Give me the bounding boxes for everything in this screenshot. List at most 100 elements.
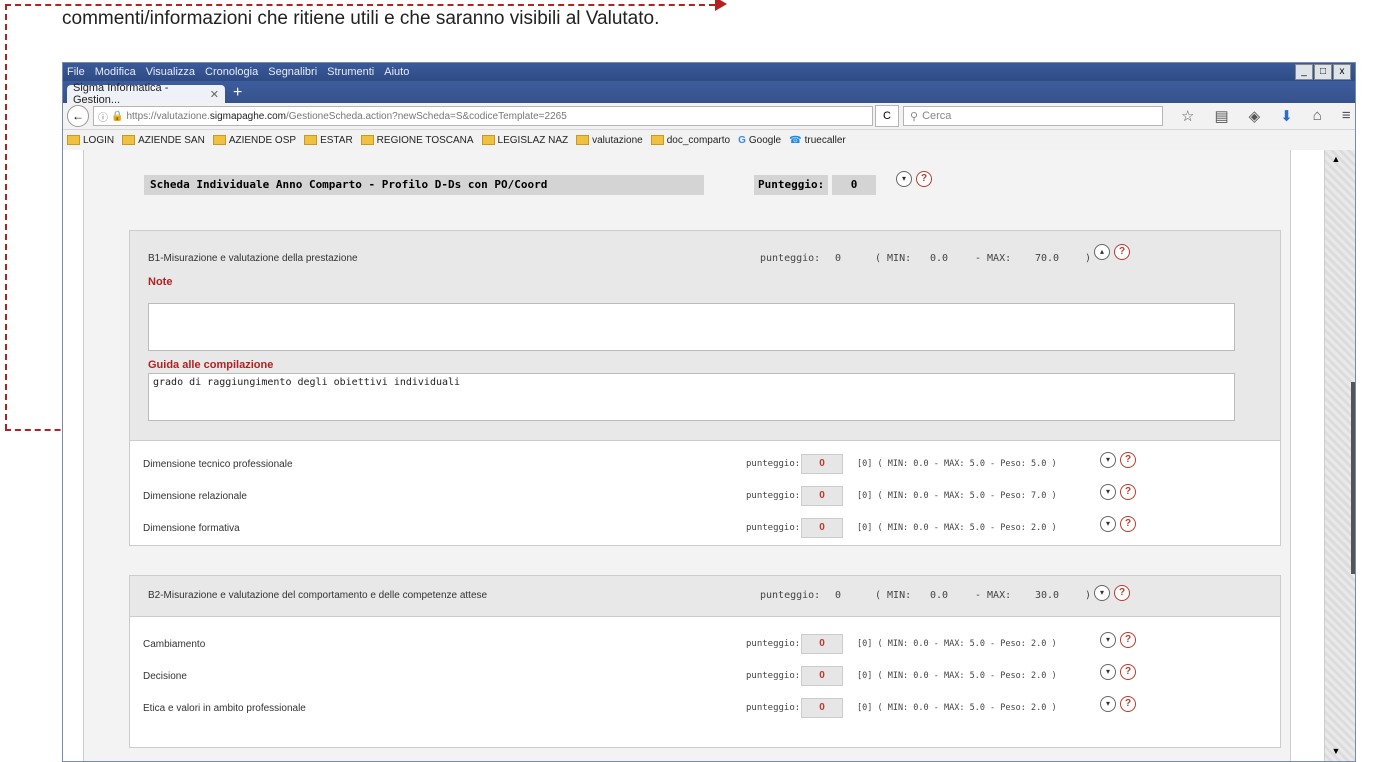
- item-score-input[interactable]: 0: [801, 454, 843, 474]
- section-b1-title: B1-Misurazione e valutazione della prest…: [148, 253, 358, 264]
- help-icon[interactable]: ?: [1120, 484, 1136, 500]
- tab-title: Sigma Informatica - Gestion...: [73, 82, 169, 106]
- help-icon[interactable]: ?: [916, 171, 932, 187]
- help-icon[interactable]: ?: [1120, 696, 1136, 712]
- item-score-input[interactable]: 0: [801, 666, 843, 686]
- expand-icon[interactable]: ▴: [1094, 244, 1110, 260]
- guide-label: Guida alle compilazione: [148, 359, 274, 371]
- item-cambiamento: Cambiamento punteggio: 0 [0] ( MIN: 0.0 …: [130, 631, 1280, 661]
- search-input[interactable]: ⚲ Cerca: [903, 106, 1163, 126]
- star-icon[interactable]: ☆: [1181, 107, 1194, 125]
- section-b1: B1-Misurazione e valutazione della prest…: [129, 230, 1281, 442]
- bookmark-legislaz-naz[interactable]: LEGISLAZ NAZ: [481, 135, 568, 146]
- section-b1-max-label: - MAX:: [975, 253, 1012, 264]
- new-tab-icon[interactable]: +: [233, 84, 242, 102]
- item-decisione: Decisione punteggio: 0 [0] ( MIN: 0.0 - …: [130, 663, 1280, 693]
- url-domain: sigmapaghe.com: [209, 110, 286, 122]
- scroll-down-icon[interactable]: ▼: [1331, 746, 1341, 756]
- pocket-icon[interactable]: ◈: [1249, 107, 1261, 125]
- collapse-icon[interactable]: ▾: [1100, 696, 1116, 712]
- help-icon[interactable]: ?: [1120, 664, 1136, 680]
- sheet-header: Scheda Individuale Anno Comparto - Profi…: [144, 171, 1184, 197]
- menu-modifica[interactable]: Modifica: [95, 66, 136, 78]
- close-tab-icon[interactable]: ✕: [210, 88, 219, 101]
- collapse-icon[interactable]: ▾: [1100, 516, 1116, 532]
- bookmark-google[interactable]: G Google: [738, 135, 781, 146]
- section-b2-max-label: - MAX:: [975, 590, 1012, 601]
- collapse-icon[interactable]: ▾: [1100, 484, 1116, 500]
- section-b2: B2-Misurazione e valutazione del comport…: [129, 575, 1281, 617]
- menu-segnalibri[interactable]: Segnalibri: [268, 66, 317, 78]
- scrollbar-thumb[interactable]: [1351, 382, 1355, 574]
- item-score-input[interactable]: 0: [801, 518, 843, 538]
- reload-icon[interactable]: C: [875, 105, 899, 127]
- section-b2-close: ): [1085, 590, 1092, 601]
- collapse-icon[interactable]: ▾: [1094, 585, 1110, 601]
- item-label: Dimensione formativa: [143, 523, 240, 534]
- section-b2-min-label: ( MIN:: [875, 590, 912, 601]
- folder-icon: [650, 135, 664, 145]
- collapse-icon[interactable]: ▾: [896, 171, 912, 187]
- navigation-bar: ← ⓘ 🔒 https://valutazione. sigmapaghe.com…: [63, 103, 1355, 130]
- section-b2-title: B2-Misurazione e valutazione del comport…: [148, 590, 488, 601]
- bookmark-label: REGIONE TOSCANA: [376, 134, 474, 146]
- folder-icon: [122, 135, 136, 145]
- note-textarea[interactable]: [148, 303, 1235, 351]
- google-icon: G: [738, 134, 746, 146]
- tab-sigma[interactable]: Sigma Informatica - Gestion... ✕: [67, 82, 225, 106]
- section-b1-items: Dimensione tecnico professionale puntegg…: [129, 440, 1281, 546]
- bookmark-aziende-osp[interactable]: AZIENDE OSP: [212, 134, 297, 146]
- bookmark-label: AZIENDE OSP: [228, 134, 297, 146]
- scroll-up-icon[interactable]: ▲: [1331, 154, 1341, 164]
- collapse-icon[interactable]: ▾: [1100, 664, 1116, 680]
- minimize-button[interactable]: _: [1295, 64, 1313, 80]
- info-icon[interactable]: ⓘ: [98, 109, 108, 124]
- item-score-input[interactable]: 0: [801, 486, 843, 506]
- item-score-label: punteggio:: [746, 459, 801, 469]
- help-icon[interactable]: ?: [1114, 585, 1130, 601]
- section-b1-close: ): [1085, 253, 1092, 264]
- collapse-icon[interactable]: ▾: [1100, 452, 1116, 468]
- bookmark-doc-comparto[interactable]: doc_comparto: [650, 135, 730, 146]
- section-b2-items: Cambiamento punteggio: 0 [0] ( MIN: 0.0 …: [129, 616, 1281, 748]
- bookmark-truecaller[interactable]: ☎ truecaller: [789, 135, 846, 146]
- web-content: Scheda Individuale Anno Comparto - Profi…: [63, 150, 1355, 761]
- collapse-icon[interactable]: ▾: [1100, 632, 1116, 648]
- search-placeholder: Cerca: [922, 110, 952, 122]
- menu-visualizza[interactable]: Visualizza: [146, 66, 195, 78]
- reading-list-icon[interactable]: ▤: [1214, 107, 1228, 125]
- close-window-button[interactable]: x: [1333, 64, 1351, 80]
- menu-aiuto[interactable]: Aiuto: [384, 66, 409, 78]
- bookmark-login[interactable]: LOGIN: [67, 135, 114, 146]
- item-label: Decisione: [143, 671, 187, 682]
- vertical-scrollbar[interactable]: ▲ ▼: [1324, 150, 1355, 761]
- bookmark-aziende-san[interactable]: AZIENDE SAN: [122, 135, 205, 146]
- item-score-label: punteggio:: [746, 671, 801, 681]
- maximize-button[interactable]: □: [1314, 64, 1332, 80]
- address-bar[interactable]: ⓘ 🔒 https://valutazione. sigmapaghe.com/G…: [93, 106, 873, 126]
- guide-textarea[interactable]: grado di raggiungimento degli obiettivi …: [148, 373, 1235, 421]
- menu-cronologia[interactable]: Cronologia: [205, 66, 258, 78]
- menu-file[interactable]: File: [67, 66, 85, 78]
- item-score-input[interactable]: 0: [801, 698, 843, 718]
- help-icon[interactable]: ?: [1120, 452, 1136, 468]
- menu-bar: File Modifica Visualizza Cronologia Segn…: [63, 63, 1355, 81]
- section-b1-max: 70.0: [1035, 253, 1060, 264]
- bookmark-estar[interactable]: ESTAR: [304, 135, 353, 146]
- help-icon[interactable]: ?: [1114, 244, 1130, 260]
- section-b1-min: 0.0: [930, 253, 949, 264]
- menu-icon[interactable]: ≡: [1342, 107, 1351, 125]
- home-icon[interactable]: ⌂: [1313, 107, 1322, 125]
- bookmark-regione-toscana[interactable]: REGIONE TOSCANA: [360, 134, 474, 146]
- bookmark-label: valutazione: [592, 134, 643, 146]
- item-score-label: punteggio:: [746, 639, 801, 649]
- help-icon[interactable]: ?: [1120, 516, 1136, 532]
- menu-strumenti[interactable]: Strumenti: [327, 66, 374, 78]
- download-icon[interactable]: ⬇: [1280, 107, 1293, 125]
- item-score-input[interactable]: 0: [801, 634, 843, 654]
- sheet-score-label: Punteggio:: [754, 175, 829, 195]
- back-arrow-icon[interactable]: ←: [67, 105, 89, 127]
- help-icon[interactable]: ?: [1120, 632, 1136, 648]
- item-label: Etica e valori in ambito professionale: [143, 703, 306, 714]
- bookmark-valutazione[interactable]: valutazione: [576, 135, 643, 146]
